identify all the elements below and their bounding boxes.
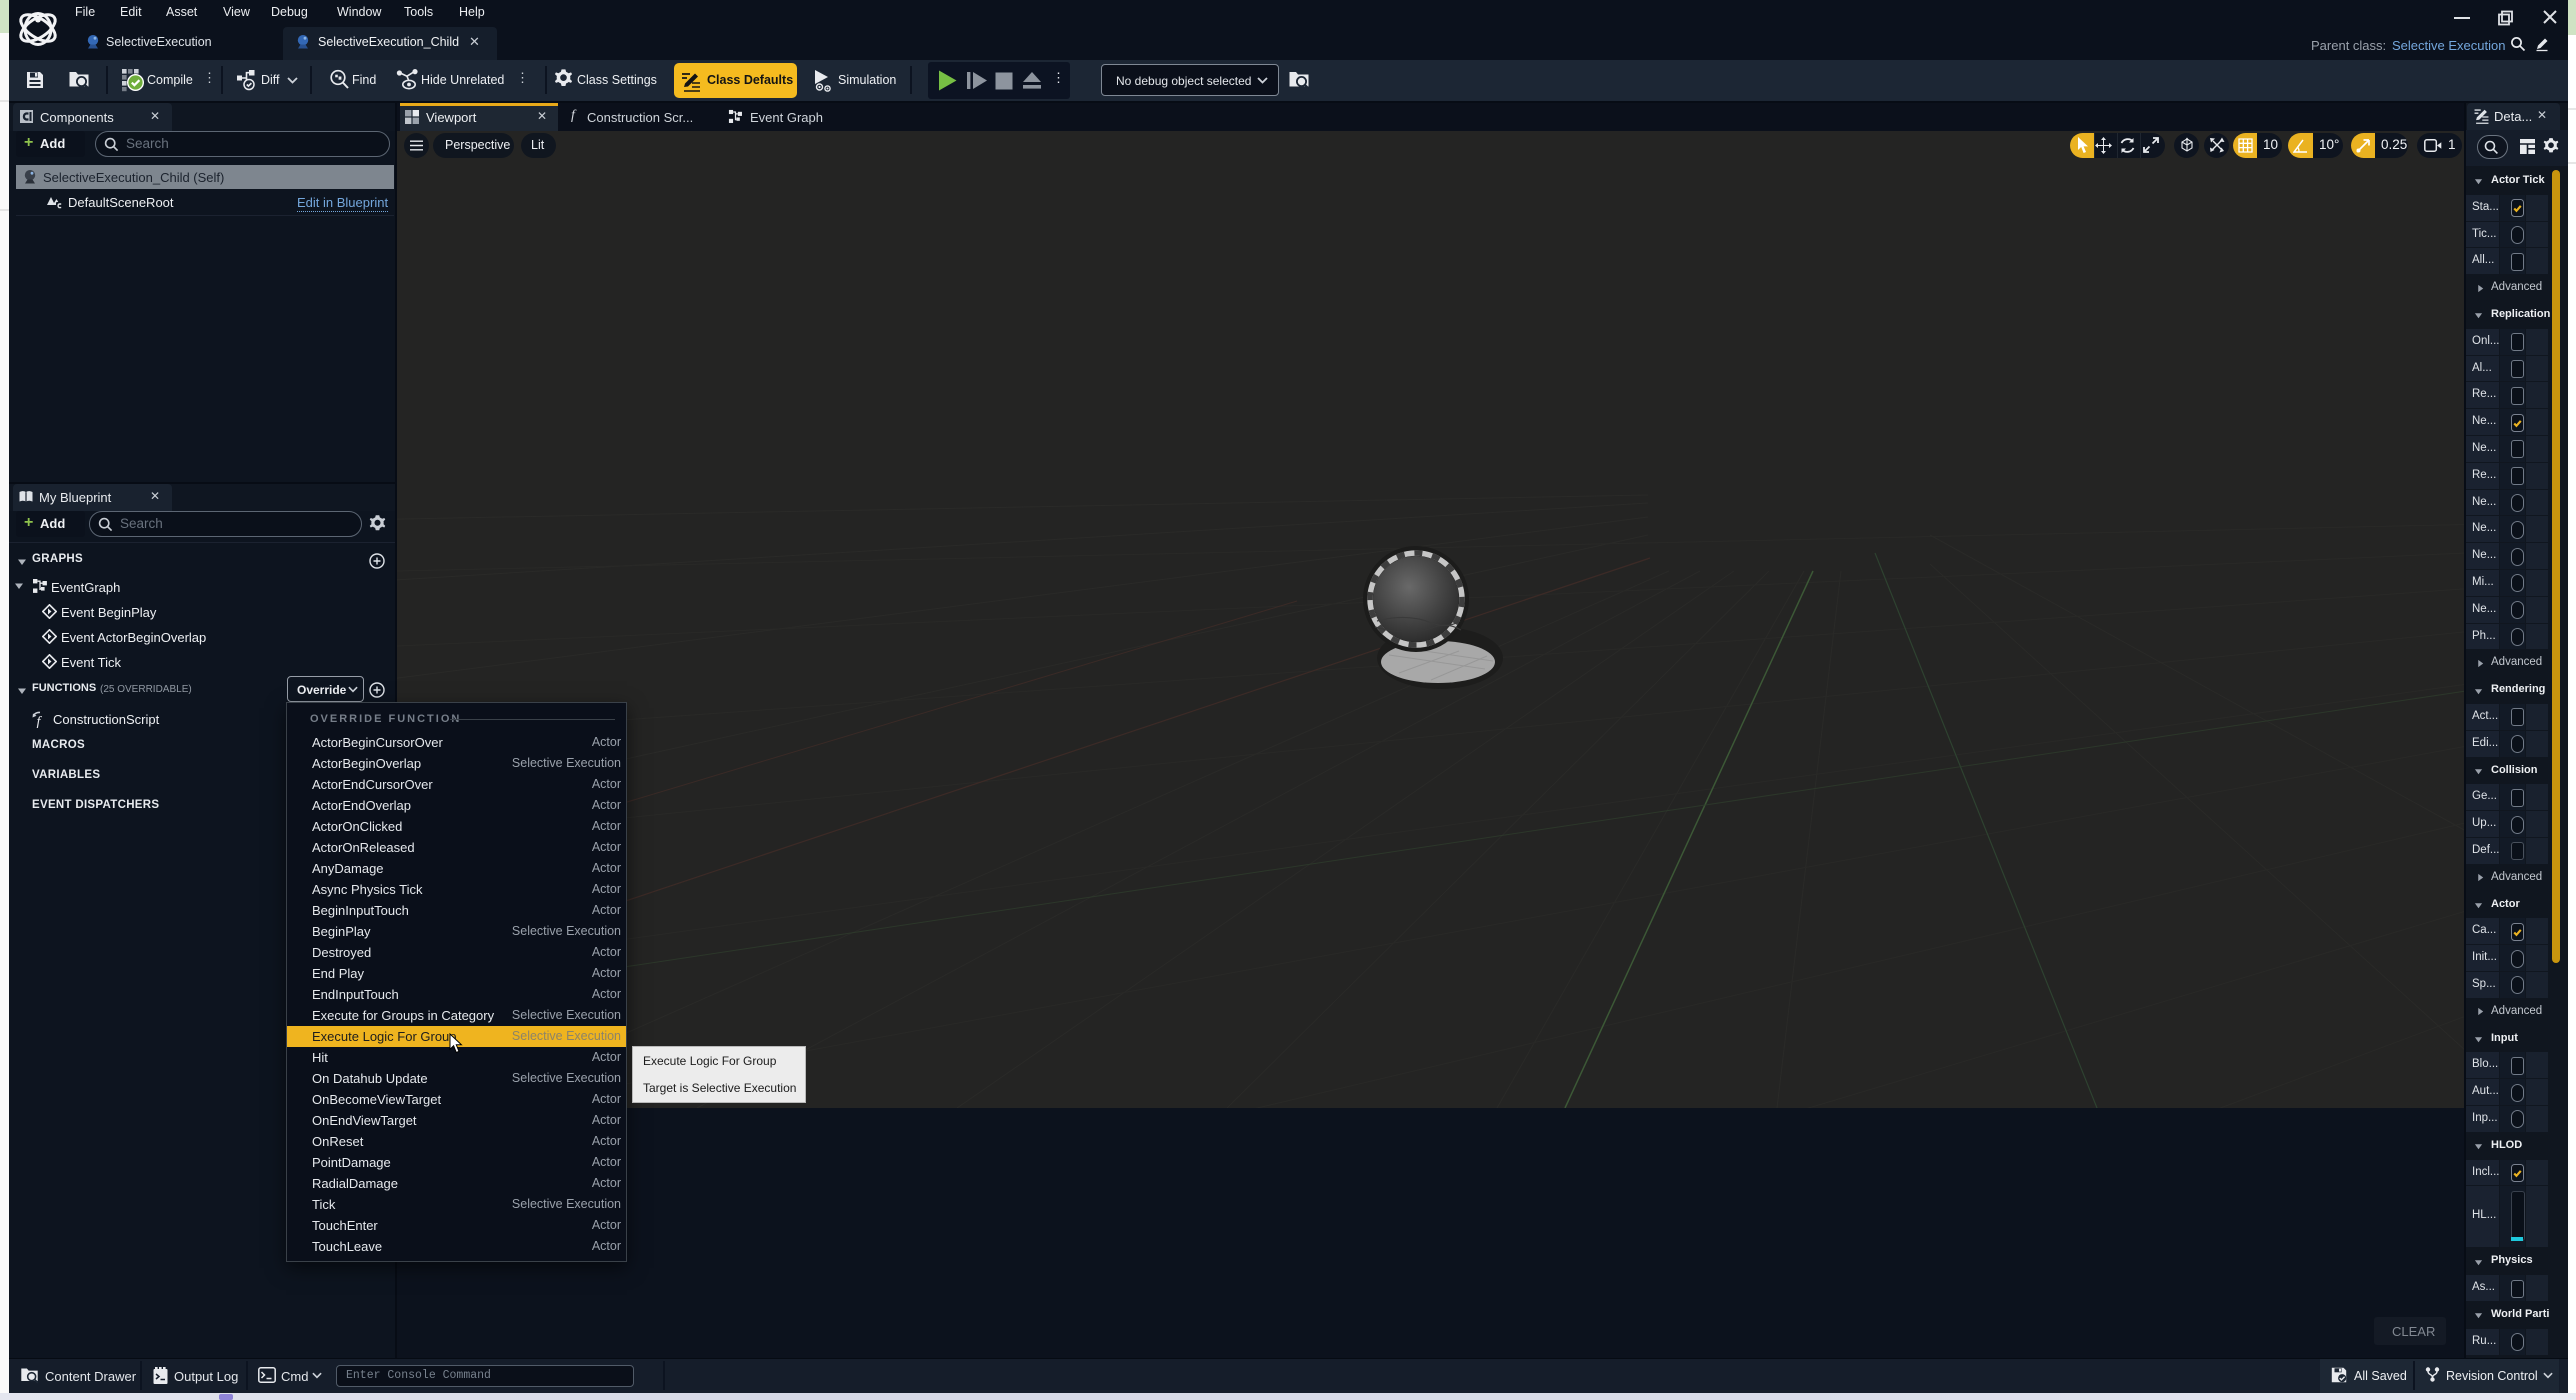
svg-text:f: f xyxy=(37,715,43,729)
